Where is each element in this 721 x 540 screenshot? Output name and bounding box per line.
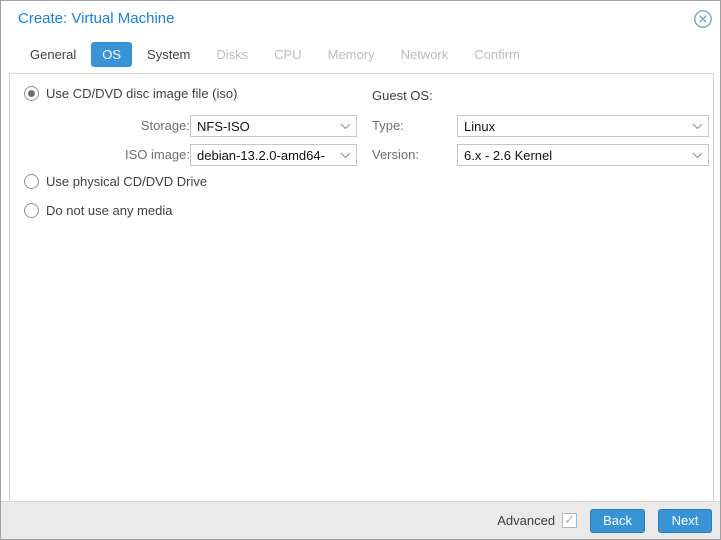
chevron-down-icon xyxy=(686,152,708,159)
storage-select[interactable]: NFS-ISO xyxy=(190,115,357,137)
os-type-value: Linux xyxy=(458,119,686,134)
radio-no-media[interactable]: Do not use any media xyxy=(24,203,172,218)
advanced-label: Advanced xyxy=(497,513,555,528)
next-button[interactable]: Next xyxy=(658,509,712,533)
type-label: Type: xyxy=(372,115,404,137)
tab-network: Network xyxy=(390,42,460,67)
version-label: Version: xyxy=(372,144,419,166)
chevron-down-icon xyxy=(686,123,708,130)
tab-general[interactable]: General xyxy=(19,42,87,67)
chevron-down-icon xyxy=(334,152,356,159)
advanced-toggle[interactable]: Advanced xyxy=(497,513,577,528)
advanced-checkbox[interactable] xyxy=(562,513,577,528)
tab-memory: Memory xyxy=(317,42,386,67)
radio-button-icon[interactable] xyxy=(24,203,39,218)
guest-os-heading: Guest OS: xyxy=(372,88,433,103)
radio-button-icon[interactable] xyxy=(24,86,39,101)
radio-use-iso-label: Use CD/DVD disc image file (iso) xyxy=(46,86,237,101)
chevron-down-icon xyxy=(334,123,356,130)
iso-image-select[interactable]: debian-13.2.0-amd64- xyxy=(190,144,357,166)
radio-physical-drive-label: Use physical CD/DVD Drive xyxy=(46,174,207,189)
close-icon[interactable] xyxy=(693,9,713,29)
radio-button-icon[interactable] xyxy=(24,174,39,189)
radio-no-media-label: Do not use any media xyxy=(46,203,172,218)
dialog-titlebar: Create: Virtual Machine xyxy=(1,1,720,37)
os-type-select[interactable]: Linux xyxy=(457,115,709,137)
os-tab-panel: Use CD/DVD disc image file (iso) Storage… xyxy=(9,73,714,503)
create-vm-dialog: Create: Virtual Machine General OS Syste… xyxy=(0,0,721,540)
back-button[interactable]: Back xyxy=(590,509,645,533)
tab-system[interactable]: System xyxy=(136,42,201,67)
tab-confirm: Confirm xyxy=(463,42,531,67)
dialog-title: Create: Virtual Machine xyxy=(18,10,174,27)
tab-os[interactable]: OS xyxy=(91,42,132,67)
os-version-select[interactable]: 6.x - 2.6 Kernel xyxy=(457,144,709,166)
iso-image-value: debian-13.2.0-amd64- xyxy=(191,148,334,163)
radio-use-iso[interactable]: Use CD/DVD disc image file (iso) xyxy=(24,86,237,101)
radio-physical-drive[interactable]: Use physical CD/DVD Drive xyxy=(24,174,207,189)
tab-cpu: CPU xyxy=(263,42,312,67)
dialog-footer: Advanced Back Next xyxy=(1,501,720,539)
storage-value: NFS-ISO xyxy=(191,119,334,134)
os-version-value: 6.x - 2.6 Kernel xyxy=(458,148,686,163)
iso-image-label: ISO image: xyxy=(85,144,190,166)
storage-label: Storage: xyxy=(85,115,190,137)
tab-disks: Disks xyxy=(205,42,259,67)
wizard-tabbar: General OS System Disks CPU Memory Netwo… xyxy=(19,37,712,71)
